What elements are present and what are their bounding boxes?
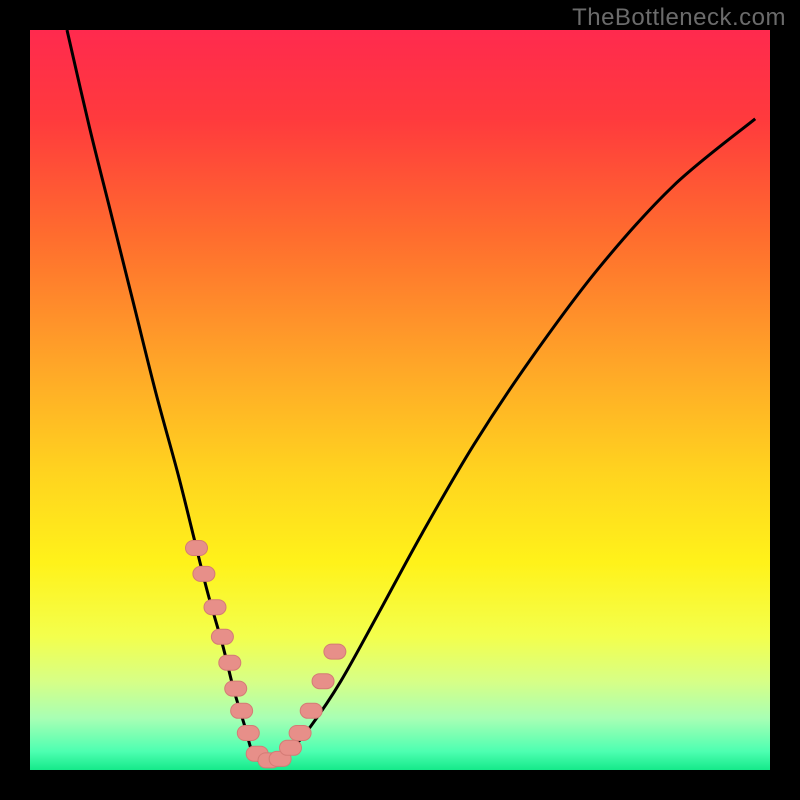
curve-marker [289,726,311,741]
curve-marker [312,674,334,689]
bottleneck-chart [30,30,770,770]
curve-marker [231,703,253,718]
curve-marker [324,644,346,659]
curve-marker [204,600,226,615]
curve-marker [219,655,241,670]
curve-marker [279,740,301,755]
curve-marker [300,703,322,718]
watermark-text: TheBottleneck.com [572,4,786,32]
gradient-background [30,30,770,770]
curve-marker [237,726,259,741]
curve-marker [193,566,215,581]
curve-marker [186,541,208,556]
plot-area [30,30,770,770]
curve-marker [211,629,233,644]
curve-marker [225,681,247,696]
outer-frame: TheBottleneck.com [0,0,800,800]
